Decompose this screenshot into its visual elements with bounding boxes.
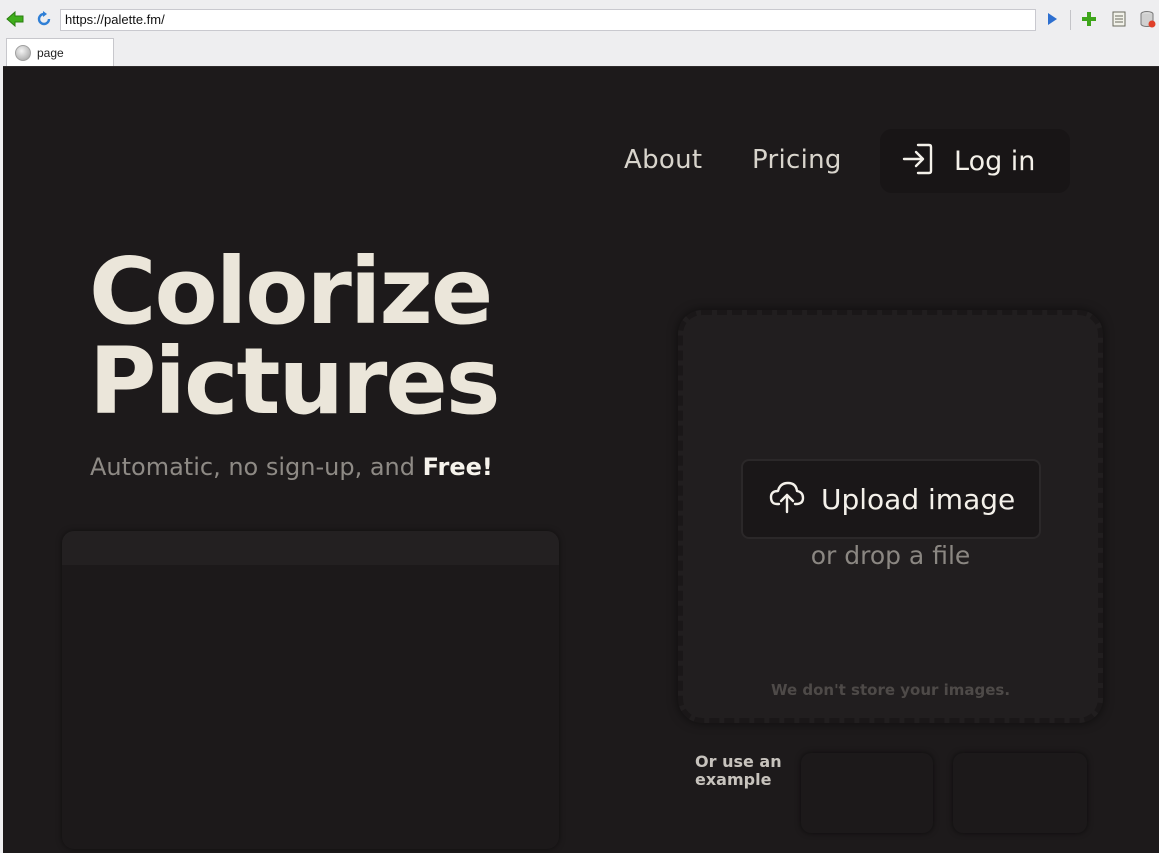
example-thumbnail[interactable] bbox=[801, 753, 933, 833]
page-viewport: About Pricing Log in Colorize Pictures A… bbox=[3, 66, 1159, 853]
upload-image-button[interactable]: Upload image bbox=[741, 459, 1041, 539]
nav-about-link[interactable]: About bbox=[624, 145, 702, 175]
login-icon bbox=[902, 142, 934, 180]
preview-card-header bbox=[62, 531, 559, 565]
refresh-icon[interactable] bbox=[35, 10, 53, 28]
login-label: Log in bbox=[954, 145, 1036, 177]
hero-subtitle-emphasis: Free! bbox=[422, 453, 493, 481]
nav-pricing-link[interactable]: Pricing bbox=[752, 145, 842, 175]
page-globe-icon bbox=[15, 44, 31, 61]
example-thumbnail[interactable] bbox=[953, 753, 1087, 833]
new-tab-plus-icon[interactable] bbox=[1080, 10, 1098, 28]
database-icon[interactable] bbox=[1139, 10, 1157, 28]
toolbar-divider bbox=[1070, 10, 1071, 30]
browser-tab[interactable]: page bbox=[6, 38, 114, 66]
back-arrow-icon[interactable] bbox=[6, 10, 24, 28]
privacy-note: We don't store your images. bbox=[770, 681, 1011, 699]
hero-subtitle-text: Automatic, no sign-up, and bbox=[90, 453, 423, 481]
examples-label: Or use an example bbox=[695, 752, 782, 789]
hero-title: Colorize Pictures bbox=[89, 238, 500, 435]
tab-bar: page bbox=[0, 38, 1159, 66]
browser-toolbar: https://palette.fm/ bbox=[0, 0, 1159, 38]
go-arrow-icon[interactable] bbox=[1043, 10, 1061, 28]
cloud-upload-icon bbox=[769, 480, 805, 518]
hero-subtitle: Automatic, no sign-up, and Free! bbox=[90, 453, 493, 481]
hero-title-line1: Colorize bbox=[89, 238, 493, 345]
hero-title-line2: Pictures bbox=[89, 328, 500, 435]
tab-title: page bbox=[37, 45, 64, 60]
preview-card bbox=[62, 531, 559, 849]
page-document-icon[interactable] bbox=[1110, 10, 1128, 28]
drop-file-text: or drop a file bbox=[810, 541, 971, 570]
address-bar[interactable]: https://palette.fm/ bbox=[60, 9, 1036, 31]
upload-image-label: Upload image bbox=[821, 482, 1016, 516]
login-button[interactable]: Log in bbox=[880, 129, 1070, 193]
